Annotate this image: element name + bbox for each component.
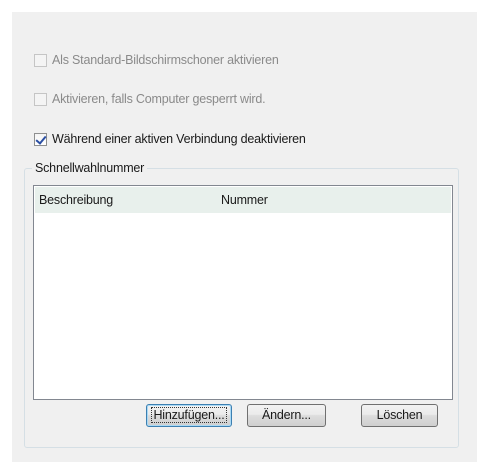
speed-dial-list[interactable]: Beschreibung Nummer [33,185,453,400]
add-button-label: Hinzufügen... [151,407,227,423]
screensaver-default-label: Als Standard-Bildschirmschoner aktiviere… [52,53,279,67]
deactivate-during-connection-option[interactable]: Während einer aktiven Verbindung deaktiv… [34,131,306,147]
activate-when-locked-label: Aktivieren, falls Computer gesperrt wird… [52,92,266,106]
speed-dial-group-title: Schnellwahlnummer [32,161,148,175]
list-header: Beschreibung Nummer [35,187,451,213]
dialog-panel: Als Standard-Bildschirmschoner aktiviere… [12,12,477,462]
add-button[interactable]: Hinzufügen... [146,404,232,427]
column-header-description[interactable]: Beschreibung [39,193,113,207]
screensaver-default-option: Als Standard-Bildschirmschoner aktiviere… [34,52,279,68]
activate-when-locked-option: Aktivieren, falls Computer gesperrt wird… [34,91,266,107]
deactivate-during-connection-checkbox[interactable] [34,132,47,146]
delete-button[interactable]: Löschen [361,404,438,427]
deactivate-during-connection-label[interactable]: Während einer aktiven Verbindung deaktiv… [52,132,306,146]
column-header-number[interactable]: Nummer [221,193,268,207]
screensaver-default-checkbox[interactable] [34,53,47,67]
activate-when-locked-checkbox[interactable] [34,92,47,106]
edit-button[interactable]: Ändern... [247,404,326,427]
